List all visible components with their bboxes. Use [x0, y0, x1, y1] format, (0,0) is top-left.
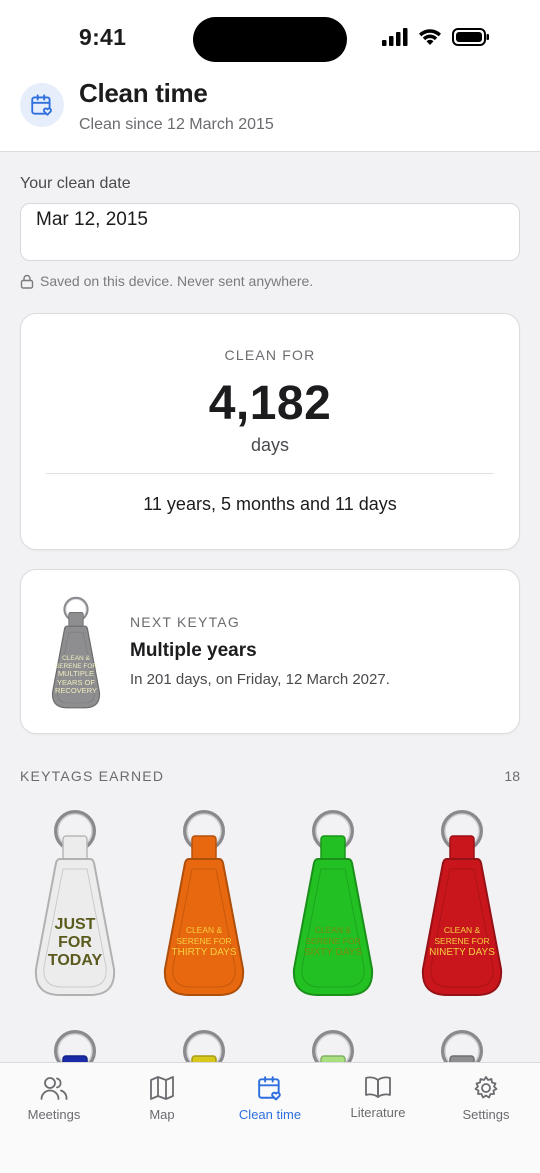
- tab-label: Meetings: [27, 1107, 81, 1122]
- keytags-earned-count: 18: [504, 768, 520, 784]
- tab-clean-time[interactable]: Clean time: [216, 1063, 324, 1173]
- keytag-text-line: CLEAN &: [62, 655, 90, 662]
- next-keytag-title: Multiple years: [130, 640, 257, 661]
- keytag-text-line: SERENE FOR: [176, 936, 232, 946]
- keytag-shape: [292, 810, 374, 996]
- main-content[interactable]: Your clean date Mar 12, 2015 Saved on th…: [0, 152, 540, 1062]
- keytag-item[interactable]: CLEAN & SERENE FOR SIXTY DAYS: [288, 807, 378, 997]
- tab-label: Literature: [350, 1105, 406, 1120]
- keytag-item[interactable]: CLEAN & SERENE FOR THIRTY DAYS: [159, 807, 249, 997]
- keytag-text-line: THIRTY DAYS: [171, 947, 237, 958]
- tab-label: Settings: [462, 1107, 510, 1122]
- next-keytag-image: CLEAN & SERENE FOR MULTIPLE YEARS OF RECOVER…: [49, 594, 103, 710]
- keytag-item[interactable]: JUST FOR TODAY: [30, 807, 120, 997]
- tab-label: Map: [149, 1107, 175, 1122]
- keytag-text: CLEAN & SERENE FOR MULTIPLE YEARS OF RECOVER…: [53, 655, 99, 696]
- clean-duration: 11 years, 5 months and 11 days: [143, 494, 397, 514]
- tab-map[interactable]: Map: [108, 1063, 216, 1173]
- next-keytag-when: In 201 days, on Friday, 12 March 2027.: [130, 671, 390, 688]
- map-icon: [150, 1076, 174, 1100]
- keytag-text: CLEAN & SERENE FOR SIXTY DAYS: [298, 925, 368, 958]
- lock-icon: [20, 274, 34, 289]
- keytag-text-line: FOR: [58, 934, 92, 951]
- keytag-text-line: SERENE FOR: [305, 936, 361, 946]
- keytag-shape: [421, 810, 503, 996]
- keytag-shape: [183, 1030, 225, 1062]
- keytag-text-line: CLEAN &: [314, 925, 352, 935]
- keytag-item[interactable]: [30, 1027, 120, 1062]
- status-time: 9:41: [79, 24, 127, 50]
- keytag-text-line: SERENE FOR: [434, 936, 490, 946]
- keytag-text-line: NINETY DAYS: [429, 947, 495, 958]
- calendar-heart-icon: [20, 83, 64, 127]
- keytag-text: CLEAN & SERENE FOR THIRTY DAYS: [169, 925, 239, 958]
- next-keytag-card: CLEAN & SERENE FOR MULTIPLE YEARS OF RECOVER…: [20, 569, 520, 734]
- status-icons: [382, 28, 490, 46]
- keytag-shape: [312, 1030, 354, 1062]
- clean-day-unit: days: [250, 435, 290, 455]
- keytag-text-line: SIXTY DAYS: [304, 947, 362, 958]
- keytag-item[interactable]: [159, 1027, 249, 1062]
- keytag-text-line: CLEAN &: [185, 925, 223, 935]
- status-bar: 9:41: [0, 0, 540, 78]
- keytag-text-line: TODAY: [47, 952, 103, 969]
- tab-meetings[interactable]: Meetings: [0, 1063, 108, 1173]
- keytag-shape: [163, 810, 245, 996]
- page-title: Clean time: [79, 78, 208, 108]
- keytag-text-line: JUST: [54, 916, 96, 933]
- wifi-icon: [419, 29, 441, 45]
- clean-time-card: CLEAN FOR 4,182 days 11 years, 5 months …: [20, 313, 520, 550]
- keytag-shape: [441, 1030, 483, 1062]
- keytags-earned-label: KEYTAGS EARNED: [20, 768, 165, 784]
- keytag-text: CLEAN & SERENE FOR NINETY DAYS: [427, 925, 497, 958]
- clean-date-field[interactable]: Mar 12, 2015: [20, 203, 520, 261]
- divider: [46, 473, 494, 474]
- clean-day-count: 4,182: [208, 377, 332, 430]
- keytag-item[interactable]: [417, 1027, 507, 1062]
- battery-icon: [452, 28, 489, 46]
- saved-note: Saved on this device. Never sent anywher…: [20, 273, 313, 289]
- dynamic-island: [193, 17, 347, 62]
- keytag-shape: [54, 1030, 96, 1062]
- book-icon: [365, 1076, 391, 1098]
- tab-literature[interactable]: Literature: [324, 1063, 432, 1173]
- tab-settings[interactable]: Settings: [432, 1063, 540, 1173]
- keytag-item[interactable]: [288, 1027, 378, 1062]
- clean-date-label: Your clean date: [20, 175, 131, 192]
- people-icon: [40, 1077, 68, 1100]
- keytag-text-line: CLEAN &: [443, 925, 481, 935]
- tab-label: Clean time: [238, 1107, 302, 1122]
- page-subtitle: Clean since 12 March 2015: [79, 116, 274, 133]
- tab-bar: Meetings Map Clean time Literature Setti…: [0, 1062, 540, 1173]
- saved-note-text: Saved on this device. Never sent anywher…: [40, 273, 314, 289]
- next-keytag-label: NEXT KEYTAG: [130, 614, 240, 630]
- gear-icon: [474, 1076, 498, 1099]
- keytag-text: JUST FOR TODAY: [40, 916, 110, 970]
- calendar-heart-icon: [258, 1076, 281, 1101]
- clean-for-label: CLEAN FOR: [224, 347, 316, 363]
- keytag-item[interactable]: CLEAN & SERENE FOR NINETY DAYS: [417, 807, 507, 997]
- signal-icon: [382, 28, 408, 46]
- keytag-text-line: RECOVERY: [55, 686, 97, 695]
- header: Clean time Clean since 12 March 2015: [0, 78, 540, 152]
